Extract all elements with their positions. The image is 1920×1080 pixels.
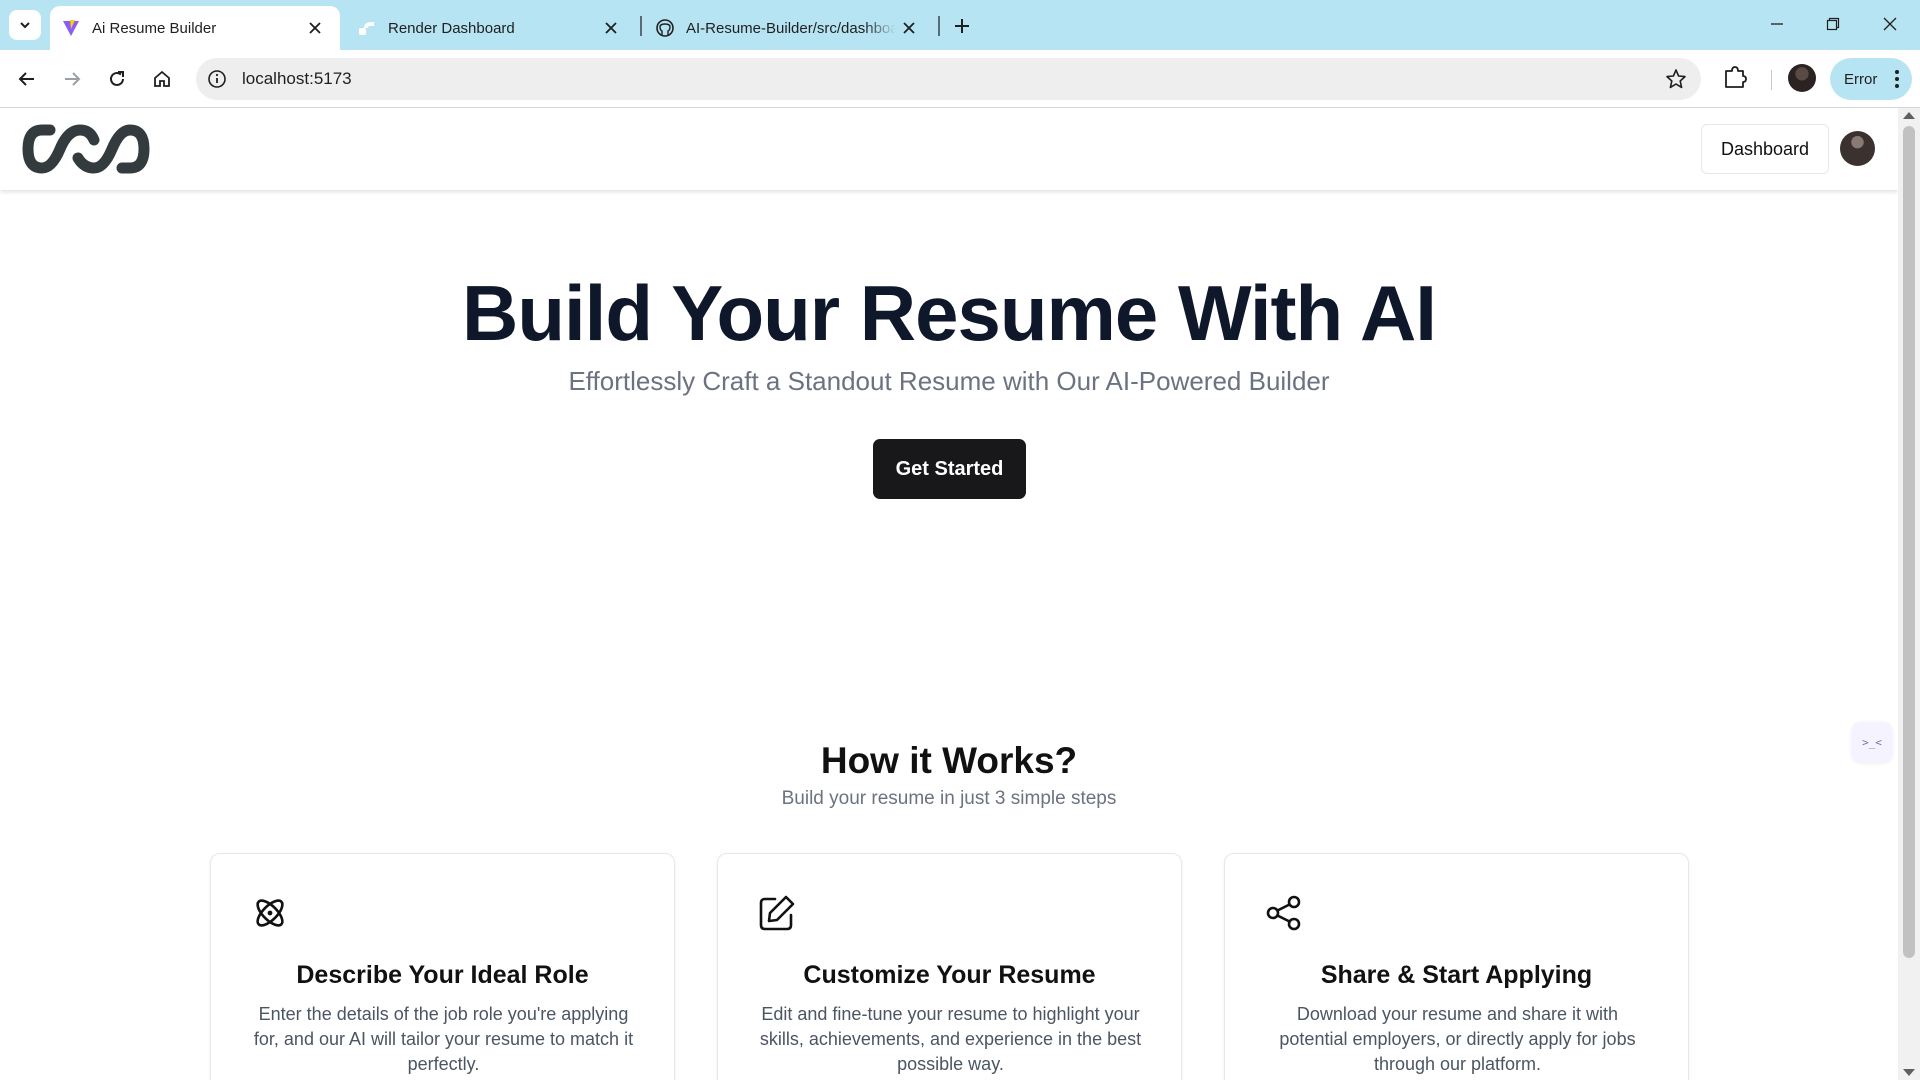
tab-search-button[interactable]	[9, 10, 41, 40]
step-card-title: Describe Your Ideal Role	[296, 961, 589, 989]
how-it-works-subtitle: Build your resume in just 3 simple steps	[781, 788, 1117, 809]
toolbar-separator	[1771, 70, 1772, 90]
chevron-down-icon	[18, 18, 32, 32]
tab-ai-resume-builder[interactable]: Ai Resume Builder	[50, 6, 340, 50]
tab-separator	[938, 16, 940, 36]
get-started-button[interactable]: Get Started	[873, 439, 1026, 499]
profile-avatar[interactable]	[1788, 64, 1816, 92]
dashboard-button[interactable]: Dashboard	[1701, 124, 1829, 174]
forward-button[interactable]	[57, 64, 87, 94]
edit-icon	[758, 894, 796, 932]
minimize-icon	[1770, 17, 1784, 31]
render-favicon-icon	[358, 19, 376, 37]
home-icon	[153, 70, 171, 88]
step-card-customize-resume[interactable]: Customize Your Resume Edit and fine-tune…	[717, 853, 1182, 1080]
url-text[interactable]: localhost:5173	[242, 69, 352, 89]
extensions-puzzle-icon[interactable]	[1722, 64, 1748, 90]
step-card-describe-role[interactable]: Describe Your Ideal Role Enter the detai…	[210, 853, 675, 1080]
close-window-button[interactable]	[1876, 12, 1904, 36]
scroll-down-arrow-icon[interactable]	[1903, 1069, 1915, 1076]
vite-favicon-icon	[62, 19, 80, 37]
devtools-widget-button[interactable]: >_<	[1852, 722, 1892, 762]
tab-title: Ai Resume Builder	[92, 19, 217, 37]
site-header: Dashboard	[0, 108, 1898, 190]
home-button[interactable]	[147, 64, 177, 94]
step-card-share-apply[interactable]: Share & Start Applying Download your res…	[1224, 853, 1689, 1080]
tab-title: AI-Resume-Builder/src/dashboard	[686, 19, 896, 37]
more-vert-icon	[1894, 69, 1900, 89]
scroll-up-arrow-icon[interactable]	[1903, 112, 1915, 119]
atom-icon	[251, 894, 289, 932]
back-button[interactable]	[12, 64, 42, 94]
new-tab-button[interactable]	[950, 14, 974, 38]
step-card-title: Customize Your Resume	[803, 961, 1096, 989]
arrow-right-icon	[63, 70, 81, 88]
hero-subtitle: Effortlessly Craft a Standout Resume wit…	[568, 366, 1330, 396]
minimize-button[interactable]	[1763, 12, 1791, 36]
reload-icon	[108, 70, 126, 88]
step-card-description: Enter the details of the job role you're…	[253, 1004, 634, 1074]
share-icon	[1265, 894, 1303, 932]
site-info-icon[interactable]	[206, 68, 228, 90]
step-card-title: Share & Start Applying	[1320, 961, 1593, 989]
logo-icon[interactable]	[22, 122, 150, 176]
close-tab-icon[interactable]	[306, 19, 324, 37]
error-chip-button[interactable]: Error	[1830, 58, 1912, 100]
step-card-description: Edit and fine-tune your resume to highli…	[759, 1004, 1142, 1074]
page-viewport: Dashboard Build Your Resume With AI Effo…	[0, 108, 1898, 1080]
step-card-description: Download your resume and share it with p…	[1279, 1004, 1636, 1074]
github-favicon-icon	[656, 19, 674, 37]
tab-render-dashboard[interactable]: Render Dashboard	[346, 6, 636, 50]
arrow-left-icon	[18, 70, 36, 88]
tab-github-repo[interactable]: AI-Resume-Builder/src/dashboard	[644, 6, 934, 50]
close-tab-icon[interactable]	[602, 19, 620, 37]
restore-icon	[1826, 17, 1840, 31]
page-scrollbar[interactable]	[1898, 108, 1920, 1080]
tab-title: Render Dashboard	[388, 19, 515, 37]
tab-separator	[640, 16, 642, 36]
close-tab-icon[interactable]	[900, 19, 918, 37]
hero-title: Build Your Resume With AI	[462, 269, 1437, 357]
bookmark-star-icon[interactable]	[1665, 68, 1687, 90]
address-bar[interactable]: localhost:5173	[196, 58, 1701, 100]
browser-tab-bar: Ai Resume Builder Render Dashboard AI-Re…	[0, 0, 1920, 50]
error-chip-label: Error	[1844, 70, 1878, 88]
close-icon	[1883, 17, 1897, 31]
scrollbar-thumb[interactable]	[1903, 126, 1915, 958]
restore-button[interactable]	[1819, 12, 1847, 36]
plus-icon	[954, 18, 970, 34]
browser-toolbar: localhost:5173 Error	[0, 50, 1920, 108]
user-avatar[interactable]	[1840, 131, 1875, 166]
reload-button[interactable]	[102, 64, 132, 94]
how-it-works-title: How it Works?	[820, 740, 1078, 781]
